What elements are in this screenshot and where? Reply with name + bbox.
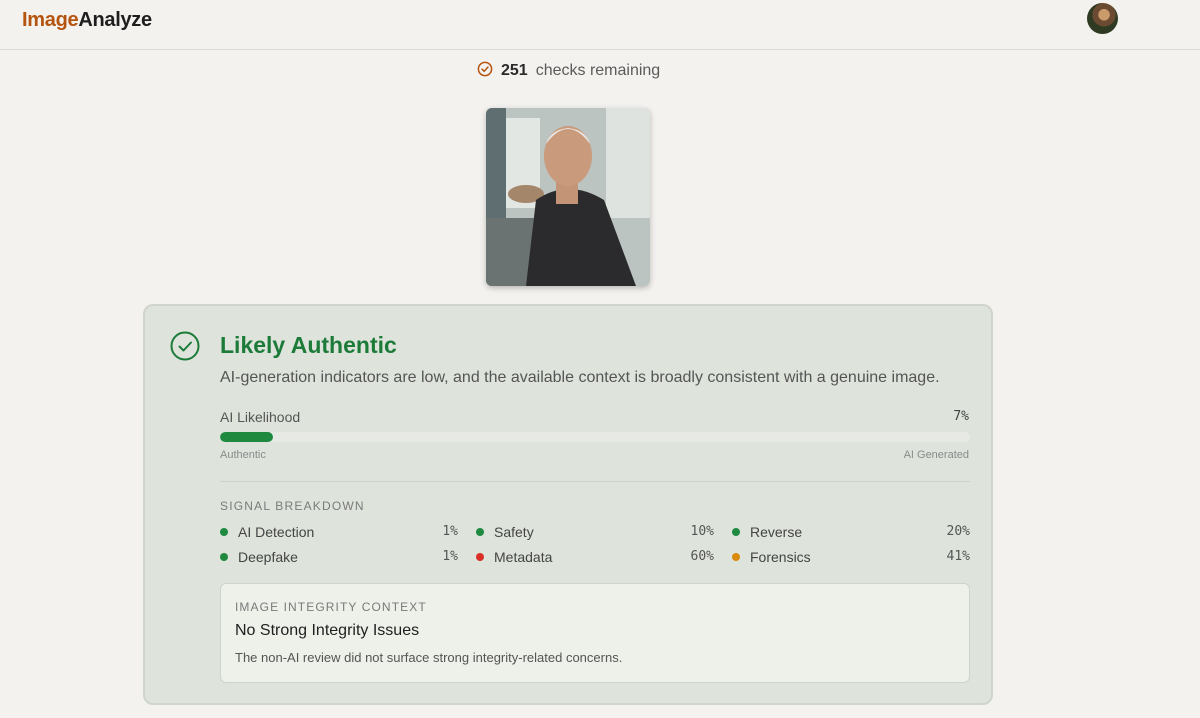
signal-item: AI Detection 1% bbox=[220, 522, 458, 541]
check-circle-icon bbox=[169, 330, 201, 367]
signal-item: Deepfake 1% bbox=[220, 547, 458, 566]
checks-count: 251 bbox=[501, 62, 528, 79]
signal-breakdown-title: SIGNAL BREAKDOWN bbox=[220, 499, 365, 513]
signal-name: Deepfake bbox=[238, 548, 298, 565]
logo-part-analyze: Analyze bbox=[78, 9, 152, 31]
signal-item: Safety 10% bbox=[476, 522, 714, 541]
signal-name: Safety bbox=[494, 523, 534, 540]
signal-item: Forensics 41% bbox=[732, 547, 970, 566]
status-dot bbox=[476, 527, 484, 536]
integrity-context-title: IMAGE INTEGRITY CONTEXT bbox=[235, 600, 427, 614]
checks-label: checks remaining bbox=[535, 62, 661, 79]
signal-value: 1% bbox=[442, 549, 458, 564]
likelihood-bar bbox=[220, 432, 970, 442]
likelihood-bar-fill bbox=[220, 432, 273, 442]
verdict-summary: AI-generation indicators are low, and th… bbox=[220, 369, 940, 386]
avatar[interactable] bbox=[1087, 3, 1118, 34]
top-bar: ImageAnalyze bbox=[0, 0, 1200, 50]
scale-left-label: Authentic bbox=[220, 449, 266, 461]
signal-name: Reverse bbox=[750, 523, 803, 540]
verdict-title: Likely Authentic bbox=[220, 332, 397, 358]
divider bbox=[220, 481, 970, 482]
signal-name: Metadata bbox=[494, 548, 553, 565]
scale-right-label: AI Generated bbox=[903, 449, 969, 461]
likelihood-label: AI Likelihood bbox=[220, 409, 301, 425]
signal-name: Forensics bbox=[750, 548, 811, 565]
uploaded-image bbox=[486, 108, 650, 286]
likelihood-value: 7% bbox=[953, 409, 969, 424]
checks-remaining: 251 checks remaining bbox=[477, 61, 660, 81]
status-dot bbox=[732, 527, 740, 536]
signal-list: AI Detection 1% Safety 10% Reverse 20% D… bbox=[220, 522, 970, 566]
signal-value: 1% bbox=[442, 524, 458, 539]
integrity-heading: No Strong Integrity Issues bbox=[235, 622, 420, 639]
status-dot bbox=[220, 552, 228, 561]
signal-value: 41% bbox=[946, 549, 970, 564]
status-dot bbox=[220, 527, 228, 536]
signal-item: Metadata 60% bbox=[476, 547, 714, 566]
signal-value: 60% bbox=[690, 549, 714, 564]
logo-part-image: Image bbox=[22, 9, 79, 31]
integrity-body: The non-AI review did not surface strong… bbox=[235, 650, 623, 665]
check-circle-icon bbox=[477, 61, 493, 82]
signal-name: AI Detection bbox=[238, 523, 315, 540]
status-dot bbox=[476, 552, 484, 561]
result-card: Likely Authentic AI-generation indicator… bbox=[143, 304, 993, 705]
signal-value: 10% bbox=[690, 524, 714, 539]
signal-item: Reverse 20% bbox=[732, 522, 970, 541]
signal-value: 20% bbox=[946, 524, 970, 539]
status-dot bbox=[732, 552, 740, 561]
logo[interactable]: ImageAnalyze bbox=[22, 9, 152, 32]
integrity-context-panel: IMAGE INTEGRITY CONTEXT No Strong Integr… bbox=[220, 583, 970, 683]
